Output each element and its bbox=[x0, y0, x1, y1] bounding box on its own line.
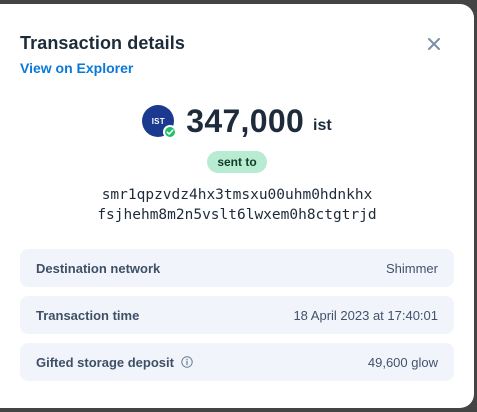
detail-label-with-info: Gifted storage deposit bbox=[36, 355, 194, 370]
detail-value: 49,600 glow bbox=[367, 354, 438, 370]
view-on-explorer-link[interactable]: View on Explorer bbox=[20, 60, 133, 76]
address-line-1: smr1qpzvdz4hx3tmsxu00uhm0hdnkhx bbox=[101, 187, 373, 203]
panel-header: Transaction details View on Explorer bbox=[20, 32, 454, 76]
detail-label: Transaction time bbox=[36, 307, 140, 323]
close-icon bbox=[428, 38, 440, 50]
info-icon[interactable] bbox=[180, 355, 194, 369]
detail-row-transaction-time: Transaction time 18 April 2023 at 17:40:… bbox=[20, 296, 454, 334]
amount-value: 347,000 bbox=[186, 102, 305, 139]
detail-value: 18 April 2023 at 17:40:01 bbox=[293, 307, 438, 323]
detail-value: Shimmer bbox=[385, 260, 438, 276]
direction-row: sent to bbox=[20, 151, 454, 173]
close-button[interactable] bbox=[424, 34, 444, 54]
panel-title: Transaction details bbox=[20, 33, 185, 53]
transaction-details-panel: Transaction details View on Explorer IST… bbox=[0, 4, 474, 408]
details-list: Destination network Shimmer Transaction … bbox=[20, 249, 454, 381]
token-logo: IST bbox=[142, 105, 178, 139]
detail-row-gifted-storage-deposit: Gifted storage deposit 49,600 glow bbox=[20, 343, 454, 381]
amount-row: IST 347,000 ist bbox=[20, 99, 454, 143]
sent-to-badge: sent to bbox=[207, 151, 267, 173]
detail-label: Gifted storage deposit bbox=[36, 354, 174, 370]
address-line-2: fsjhehm8m2n5vslt6lwxem0h8ctgtrjd bbox=[97, 207, 377, 223]
detail-row-destination-network: Destination network Shimmer bbox=[20, 249, 454, 287]
detail-label: Destination network bbox=[36, 260, 161, 276]
amount-unit: ist bbox=[313, 117, 332, 134]
recipient-address[interactable]: smr1qpzvdz4hx3tmsxu00uhm0hdnkhx fsjhehm8… bbox=[20, 185, 454, 225]
verified-check-icon bbox=[163, 125, 178, 139]
